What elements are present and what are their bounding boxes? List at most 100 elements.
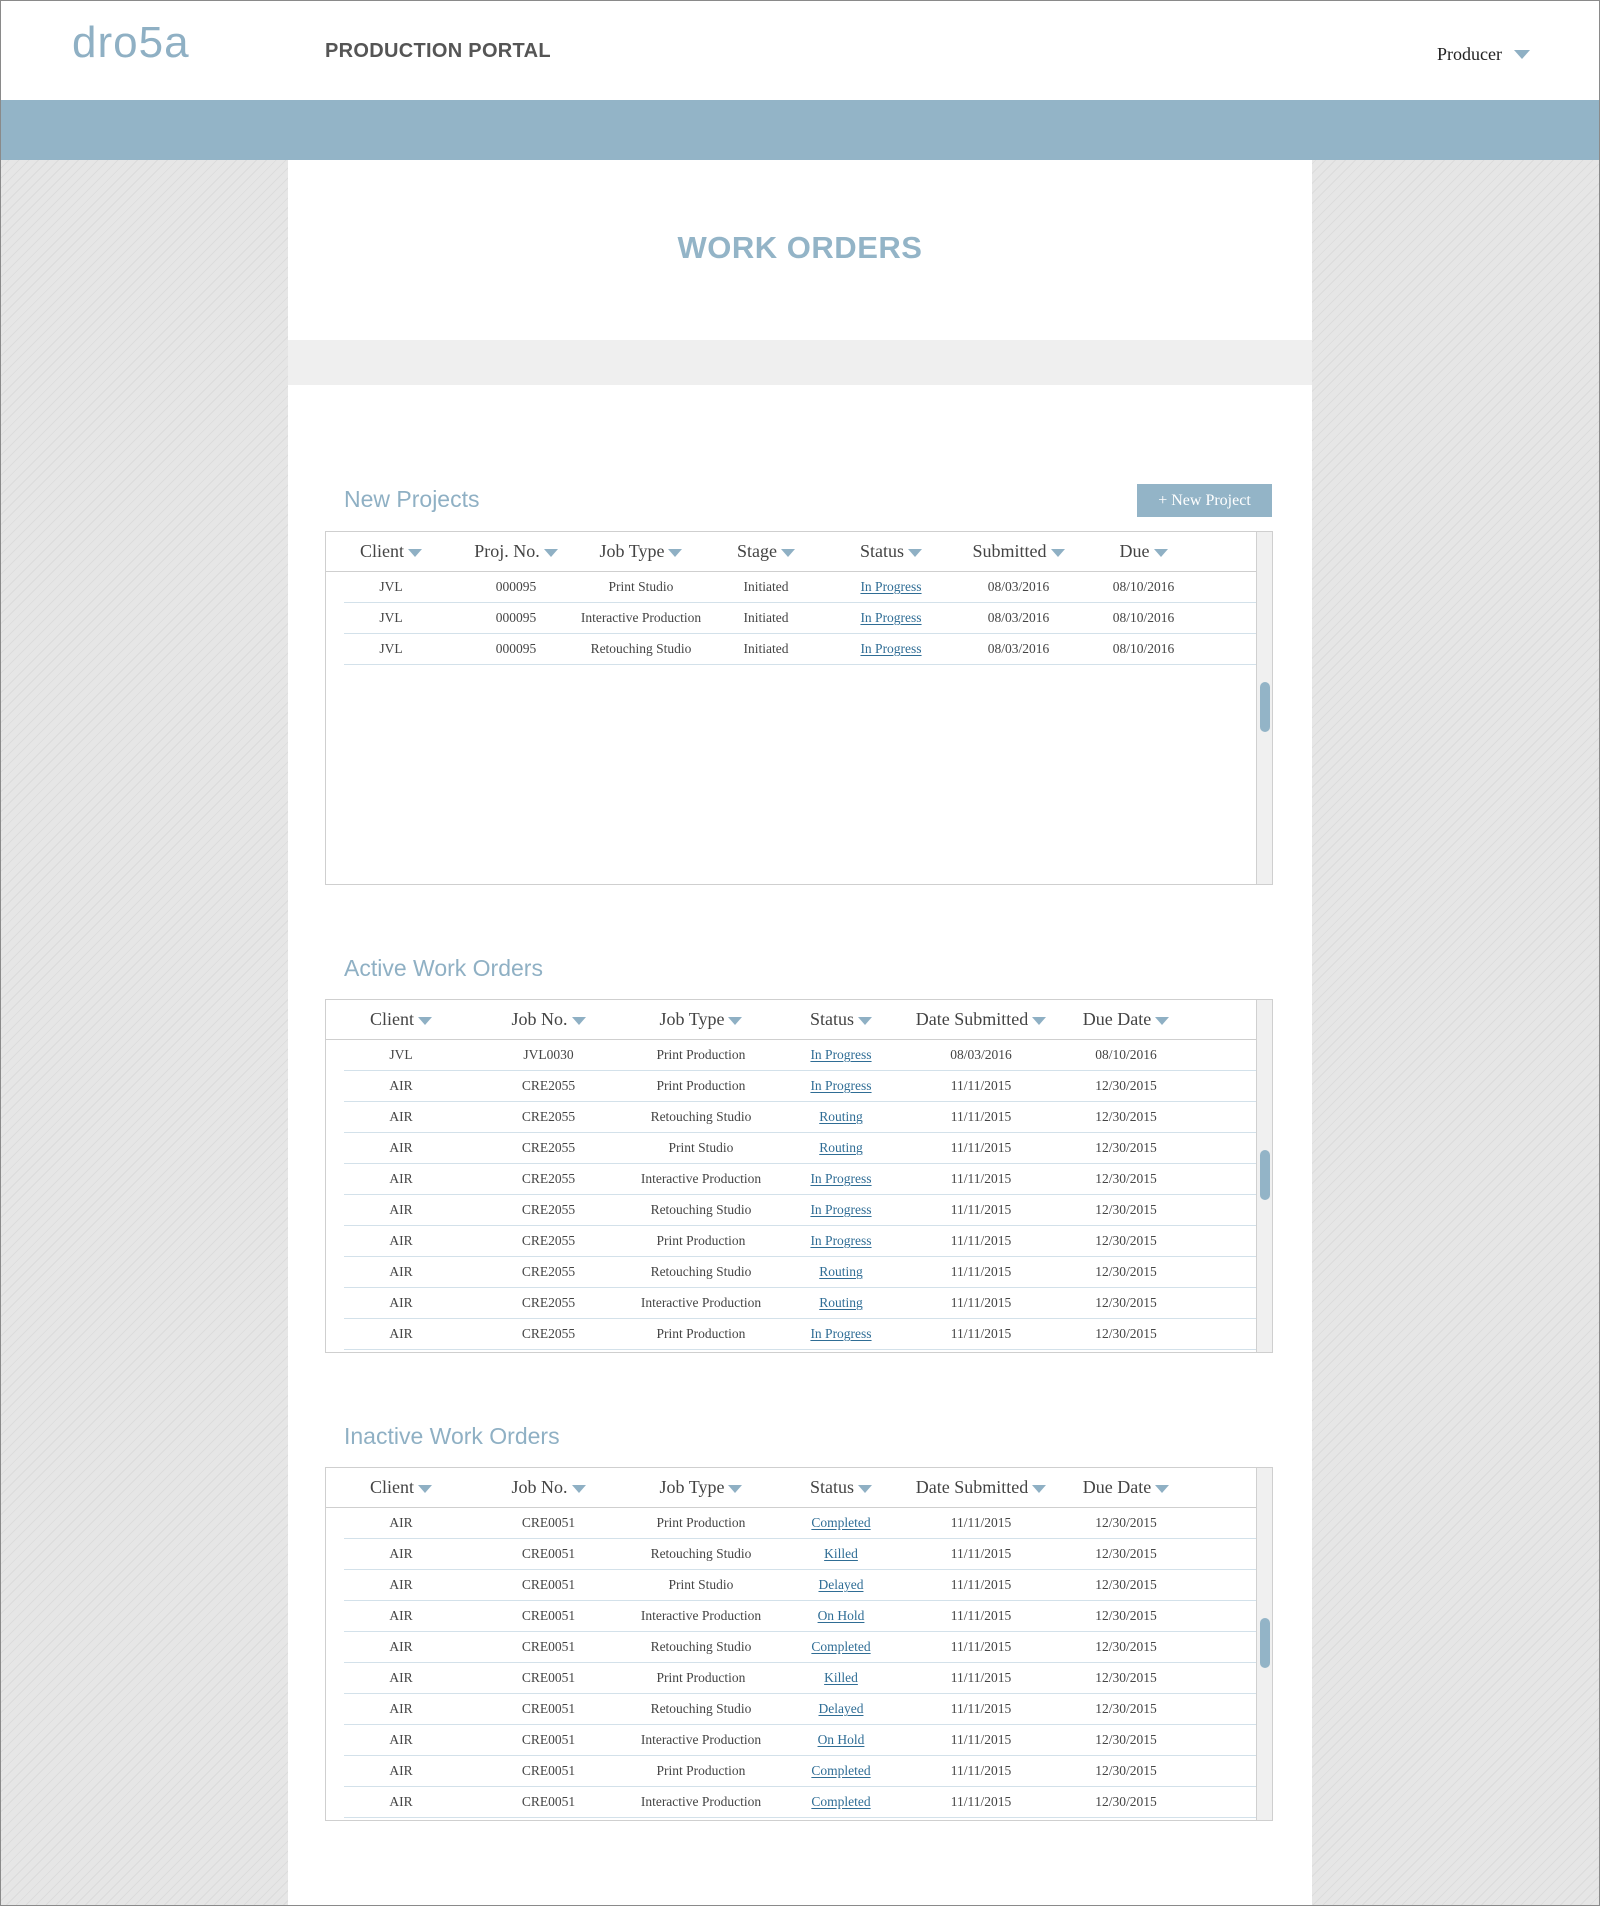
cell-job-type: Interactive Production <box>621 1295 781 1311</box>
status-link[interactable]: In Progress <box>810 1202 871 1217</box>
status-link[interactable]: In Progress <box>860 610 921 625</box>
status-link[interactable]: Routing <box>819 1264 863 1279</box>
scrollbar-thumb[interactable] <box>1260 682 1270 732</box>
scrollbar-thumb[interactable] <box>1260 1618 1270 1668</box>
column-header-date-submitted[interactable]: Date Submitted <box>901 1009 1061 1030</box>
cell-date-submitted: 11/11/2015 <box>901 1515 1061 1531</box>
status-link[interactable]: Delayed <box>819 1701 864 1716</box>
status-link[interactable]: In Progress <box>810 1171 871 1186</box>
table-row[interactable]: AIR CRE0051 Retouching Studio Delayed 11/11/… <box>344 1694 1258 1725</box>
scrollbar[interactable] <box>1256 1000 1272 1352</box>
cell-value: 12/30/2015 <box>1095 1140 1157 1155</box>
table-row[interactable]: AIR CRE2055 Print Studio Routing 11/11/2015 1… <box>344 1133 1258 1164</box>
table-row[interactable]: AIR CRE0051 Interactive Production Complete… <box>344 1787 1258 1818</box>
cell-status: Completed <box>781 1763 901 1779</box>
status-link[interactable]: Completed <box>811 1515 870 1530</box>
table-row[interactable]: AIR CRE2055 Print Production In Progress 11/… <box>344 1071 1258 1102</box>
column-header-status[interactable]: Status <box>781 1477 901 1498</box>
cell-date-submitted: 11/11/2015 <box>901 1233 1061 1249</box>
status-link[interactable]: In Progress <box>810 1047 871 1062</box>
cell-job-no: CRE0051 <box>476 1670 621 1686</box>
column-header-submitted[interactable]: Submitted <box>956 541 1081 562</box>
cell-value: 11/11/2015 <box>950 1577 1012 1592</box>
status-link[interactable]: Completed <box>811 1639 870 1654</box>
cell-due-date: 12/30/2015 <box>1061 1264 1191 1280</box>
new-projects-title: New Projects <box>344 486 480 512</box>
cell-job-type: Retouching Studio <box>621 1109 781 1125</box>
column-header-status[interactable]: Status <box>826 541 956 562</box>
column-header-status[interactable]: Status <box>781 1009 901 1030</box>
status-link[interactable]: On Hold <box>818 1732 865 1747</box>
column-header-stage[interactable]: Stage <box>706 541 826 562</box>
column-header-client[interactable]: Client <box>326 541 456 562</box>
cell-value: AIR <box>389 1639 413 1654</box>
status-link[interactable]: Completed <box>811 1763 870 1778</box>
table-row[interactable]: AIR CRE2055 Retouching Studio In Progress 11… <box>344 1195 1258 1226</box>
status-link[interactable]: On Hold <box>818 1608 865 1623</box>
scrollbar-thumb[interactable] <box>1260 1150 1270 1200</box>
scrollbar[interactable] <box>1256 532 1272 884</box>
table-row[interactable]: AIR CRE0051 Retouching Studio Completed 11/1… <box>344 1632 1258 1663</box>
column-header-due-date[interactable]: Due Date <box>1061 1477 1191 1498</box>
table-row[interactable]: JVL 000095 Retouching Studio Initiated In Pr… <box>344 634 1258 665</box>
table-row[interactable]: AIR CRE2055 Retouching Studio Routing 11/11/… <box>344 1102 1258 1133</box>
status-link[interactable]: Routing <box>819 1140 863 1155</box>
cell-value: CRE0051 <box>521 1639 576 1654</box>
status-link[interactable]: In Progress <box>810 1233 871 1248</box>
column-header-date-submitted[interactable]: Date Submitted <box>901 1477 1061 1498</box>
cell-date-submitted: 11/11/2015 <box>901 1202 1061 1218</box>
column-header-client[interactable]: Client <box>326 1009 476 1030</box>
table-row[interactable]: AIR CRE2055 Print Production In Progress 11/… <box>344 1226 1258 1257</box>
table-row[interactable]: AIR CRE0051 Retouching Studio Killed 11/11/2… <box>344 1539 1258 1570</box>
cell-value: Print Production <box>656 1670 746 1685</box>
cell-value: CRE0051 <box>521 1546 576 1561</box>
user-role-menu[interactable]: Producer <box>1437 44 1530 65</box>
table-row[interactable]: AIR CRE0051 Print Production Completed 11/11… <box>344 1508 1258 1539</box>
status-link[interactable]: Delayed <box>819 1577 864 1592</box>
column-header-job-no[interactable]: Job No. <box>476 1477 621 1498</box>
column-header-job-no[interactable]: Job No. <box>476 1009 621 1030</box>
status-link[interactable]: Routing <box>819 1295 863 1310</box>
status-link[interactable]: Routing <box>819 1109 863 1124</box>
column-header-due[interactable]: Due <box>1081 541 1206 562</box>
table-row[interactable]: AIR CRE2055 Interactive Production Routing 1… <box>344 1288 1258 1319</box>
table-row[interactable]: AIR CRE2055 Print Production In Progress 11/… <box>344 1319 1258 1350</box>
status-link[interactable]: In Progress <box>860 579 921 594</box>
table-row[interactable]: AIR CRE0051 Print Studio Delayed 11/11/2015 1… <box>344 1570 1258 1601</box>
table-row[interactable]: AIR CRE0051 Print Production Completed 11/11… <box>344 1756 1258 1787</box>
table-row[interactable]: AIR CRE2055 Interactive Production In Progr… <box>344 1164 1258 1195</box>
table-row[interactable]: JVL 000095 Interactive Production Initiated… <box>344 603 1258 634</box>
table-row[interactable]: AIR CRE0051 Print Production Killed 11/11/20… <box>344 1663 1258 1694</box>
new-project-button[interactable]: + New Project <box>1137 484 1272 517</box>
column-header-client[interactable]: Client <box>326 1477 476 1498</box>
cell-value: 11/11/2015 <box>950 1326 1012 1341</box>
column-header-job-type[interactable]: Job Type <box>621 1477 781 1498</box>
cell-client: JVL <box>326 579 456 595</box>
cell-value: AIR <box>389 1546 413 1561</box>
cell-value: 08/10/2016 <box>1095 1047 1157 1062</box>
cell-status: In Progress <box>781 1047 901 1063</box>
active-work-orders-table: Client Job No. Job Type Status Date Submitte… <box>325 999 1273 1353</box>
cell-status: Routing <box>781 1140 901 1156</box>
column-header-proj-no[interactable]: Proj. No. <box>456 541 576 562</box>
scrollbar[interactable] <box>1256 1468 1272 1820</box>
table-row[interactable]: AIR CRE0051 Interactive Production On Hold 1… <box>344 1601 1258 1632</box>
table-row[interactable]: JVL 000095 Print Studio Initiated In Progres… <box>344 572 1258 603</box>
column-header-job-type[interactable]: Job Type <box>621 1009 781 1030</box>
status-link[interactable]: In Progress <box>860 641 921 656</box>
status-link[interactable]: In Progress <box>810 1326 871 1341</box>
table-row[interactable]: AIR CRE0051 Interactive Production On Hold 1… <box>344 1725 1258 1756</box>
cell-client: AIR <box>326 1639 476 1655</box>
status-link[interactable]: Completed <box>811 1794 870 1809</box>
status-link[interactable]: Killed <box>824 1546 858 1561</box>
section-divider-band <box>288 340 1312 385</box>
cell-client: AIR <box>326 1546 476 1562</box>
status-link[interactable]: In Progress <box>810 1078 871 1093</box>
status-link[interactable]: Killed <box>824 1670 858 1685</box>
table-header: Client Job No. Job Type Status Date Submitte… <box>326 1000 1258 1040</box>
logo[interactable]: dro5a <box>72 18 190 68</box>
table-row[interactable]: AIR CRE2055 Retouching Studio Routing 11/11/… <box>344 1257 1258 1288</box>
column-header-due-date[interactable]: Due Date <box>1061 1009 1191 1030</box>
column-header-job-type[interactable]: Job Type <box>576 541 706 562</box>
table-row[interactable]: JVL JVL0030 Print Production In Progress 08/… <box>344 1040 1258 1071</box>
